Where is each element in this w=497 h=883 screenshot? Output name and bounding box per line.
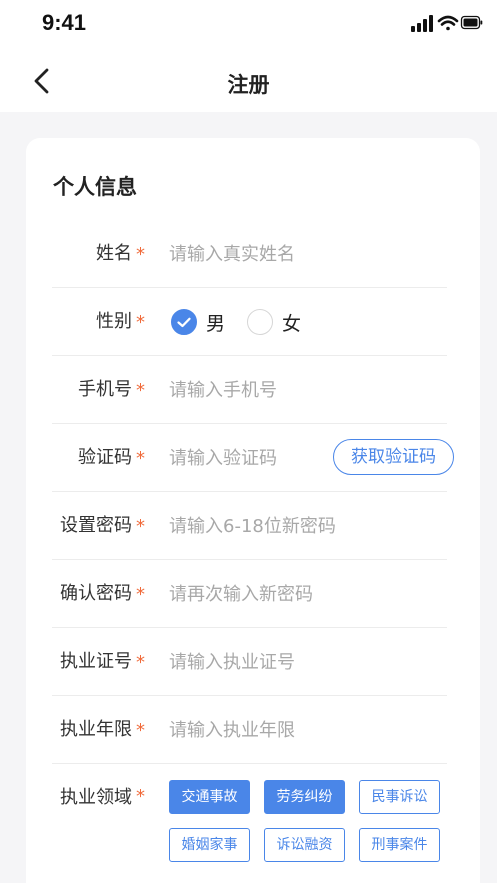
status-bar: 9:41: [0, 0, 497, 50]
name-label: 姓名: [96, 243, 132, 264]
gender-male-radio[interactable]: 男: [171, 309, 225, 336]
gender-female-radio[interactable]: 女: [247, 309, 301, 336]
phone-input[interactable]: [169, 356, 339, 424]
wifi-icon: [437, 15, 459, 31]
phone-label: 手机号: [78, 379, 132, 400]
status-icons: [411, 13, 483, 33]
code-label: 验证码: [78, 447, 132, 468]
gender-radio-group: 男 女: [171, 288, 323, 356]
section-title: 个人信息: [53, 175, 137, 199]
confirm-password-input[interactable]: [169, 560, 429, 628]
license-row: 执业证号 *: [26, 628, 480, 696]
required-mark: *: [136, 380, 145, 401]
required-mark: *: [136, 244, 145, 265]
domain-tag[interactable]: 刑事案件: [359, 828, 440, 862]
confirm-password-row: 确认密码 *: [26, 560, 480, 628]
required-mark: *: [136, 720, 145, 741]
code-input[interactable]: [169, 424, 319, 492]
confirm-password-label: 确认密码: [60, 583, 132, 604]
domain-tag[interactable]: 交通事故: [169, 780, 250, 814]
years-row: 执业年限 *: [26, 696, 480, 764]
years-label: 执业年限: [60, 719, 132, 740]
required-mark: *: [136, 652, 145, 673]
required-mark: *: [136, 584, 145, 605]
nav-bar: 注册: [0, 50, 497, 112]
domain-tag[interactable]: 民事诉讼: [359, 780, 440, 814]
years-input[interactable]: [169, 696, 429, 764]
required-mark: *: [136, 448, 145, 469]
registration-form-card: 个人信息 姓名 * 性别 * 男 女 手机号 *: [26, 138, 480, 883]
battery-icon: [460, 15, 483, 30]
password-input[interactable]: [169, 492, 429, 560]
signal-icon: [411, 15, 433, 32]
license-label: 执业证号: [60, 651, 132, 672]
status-time: 9:41: [42, 10, 87, 35]
name-input[interactable]: [169, 220, 339, 288]
password-row: 设置密码 *: [26, 492, 480, 560]
phone-row: 手机号 *: [26, 356, 480, 424]
get-code-button[interactable]: 获取验证码: [333, 439, 454, 475]
domain-label: 执业领域: [60, 787, 132, 808]
required-mark: *: [136, 516, 145, 537]
domain-tag[interactable]: 劳务纠纷: [264, 780, 345, 814]
license-input[interactable]: [169, 628, 429, 696]
domain-tag[interactable]: 诉讼融资: [264, 828, 345, 862]
gender-female-label: 女: [282, 312, 302, 335]
divider: [52, 763, 447, 764]
code-row: 验证码 * 获取验证码: [26, 424, 480, 492]
required-mark: *: [136, 312, 145, 333]
required-mark: *: [136, 786, 145, 807]
page-title: 注册: [227, 73, 270, 97]
gender-row: 性别 * 男 女: [26, 288, 480, 356]
gender-male-label: 男: [206, 312, 226, 335]
gender-label: 性别: [96, 311, 132, 332]
name-row: 姓名 *: [26, 220, 480, 288]
radio-empty-icon: [247, 309, 274, 335]
password-label: 设置密码: [60, 515, 132, 536]
domain-tag[interactable]: 婚姻家事: [169, 828, 250, 862]
checkmark-icon: [171, 309, 197, 335]
